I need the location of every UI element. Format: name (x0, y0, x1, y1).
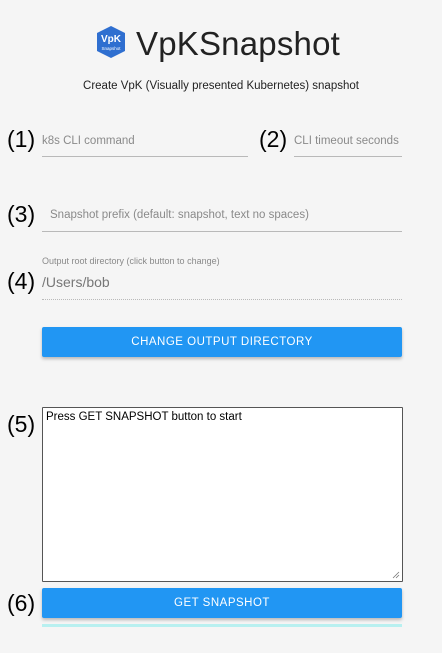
logo-text-main: VpK (101, 34, 122, 45)
status-textarea[interactable]: Press GET SNAPSHOT button to start (42, 407, 403, 582)
progress-bar (42, 624, 402, 627)
k8s-cli-command-placeholder: k8s CLI command (42, 135, 135, 147)
output-dir-field: /Users/bob (42, 274, 402, 300)
get-snapshot-button[interactable]: GET SNAPSHOT (42, 588, 402, 618)
output-dir-label: Output root directory (click button to c… (42, 256, 220, 266)
cli-timeout-placeholder: CLI timeout seconds (294, 135, 399, 147)
logo-text-sub: Snapshot (101, 46, 121, 51)
app-title: VpKSnapshot (136, 25, 341, 62)
k8s-cli-command-field[interactable]: k8s CLI command (42, 133, 248, 157)
step-marker-6: (6) (7, 590, 36, 616)
vpk-logo: VpK Snapshot (97, 26, 125, 58)
change-output-directory-button[interactable]: CHANGE OUTPUT DIRECTORY (42, 327, 402, 357)
resize-handle-icon[interactable] (392, 571, 400, 579)
snapshot-prefix-field[interactable]: Snapshot prefix (default: snapshot, text… (42, 207, 402, 232)
status-text: Press GET SNAPSHOT button to start (46, 411, 242, 423)
step-marker-4: (4) (7, 268, 36, 294)
snapshot-prefix-placeholder: Snapshot prefix (default: snapshot, text… (50, 209, 309, 221)
page-subtitle: Create VpK (Visually presented Kubernete… (83, 80, 359, 92)
step-marker-2: (2) (259, 126, 288, 152)
step-marker-3: (3) (7, 201, 36, 227)
step-marker-1: (1) (7, 126, 36, 152)
output-dir-value: /Users/bob (42, 274, 110, 290)
cli-timeout-field[interactable]: CLI timeout seconds (294, 133, 402, 157)
step-marker-5: (5) (7, 411, 36, 437)
